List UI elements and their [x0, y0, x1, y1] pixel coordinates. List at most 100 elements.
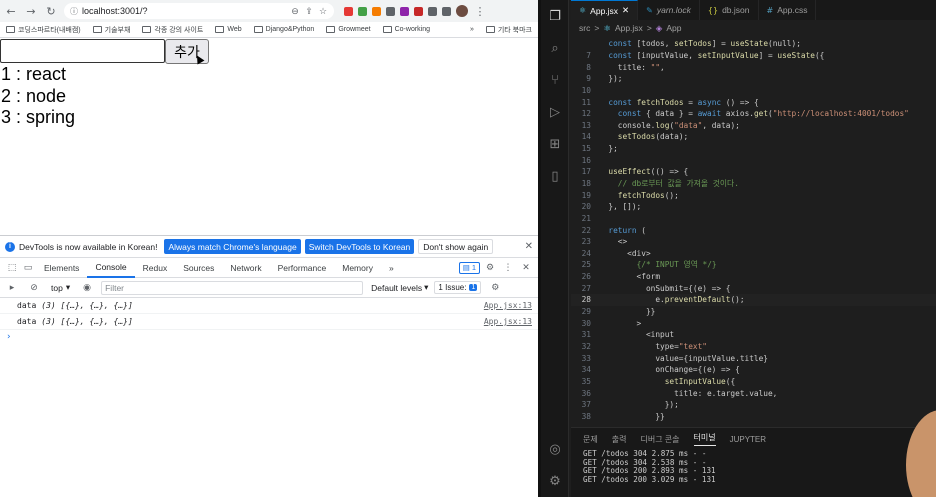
- editor-tab[interactable]: # App.css: [759, 0, 817, 20]
- extension-icon[interactable]: [386, 6, 395, 16]
- code-line[interactable]: 35 setInputValue({: [571, 376, 936, 388]
- bookmarks-more[interactable]: »: [470, 26, 474, 33]
- back-icon[interactable]: ←: [4, 4, 18, 18]
- panel-tab[interactable]: 터미널: [693, 432, 716, 446]
- context-select[interactable]: top ▾: [48, 282, 73, 293]
- zoom-icon[interactable]: ⊖: [290, 6, 300, 17]
- code-line[interactable]: 14 setTodos(data);: [571, 131, 936, 143]
- code-line[interactable]: 17 useEffect(() => {: [571, 166, 936, 178]
- code-line[interactable]: 11 const fetchTodos = async () => {: [571, 96, 936, 108]
- todo-input[interactable]: [0, 39, 165, 63]
- reload-icon[interactable]: ↻: [44, 4, 58, 18]
- panel-tab[interactable]: JUPYTER: [730, 435, 766, 444]
- tab-console[interactable]: Console: [87, 258, 135, 278]
- code-line[interactable]: 27 onSubmit={(e) => {: [571, 282, 936, 294]
- expandable-object[interactable]: (3) [{…}, {…}, {…}]: [41, 301, 133, 310]
- editor-tab[interactable]: ✎ yarn.lock: [638, 0, 700, 20]
- bookmark-item[interactable]: 기술부채: [92, 25, 130, 35]
- log-source-link[interactable]: App.jsx:13: [484, 317, 532, 326]
- terminal-output[interactable]: GET /todos 304 2.875 ms - - GET /todos 30…: [571, 449, 936, 484]
- code-line[interactable]: 18 // db로부터 값을 가져올 것이다.: [571, 178, 936, 190]
- code-line[interactable]: const [todos, setTodos] = useState(null)…: [571, 38, 936, 50]
- settings-gear-icon[interactable]: ⚙: [482, 260, 498, 276]
- tab-performance[interactable]: Performance: [270, 258, 335, 278]
- code-line[interactable]: 19 fetchTodos();: [571, 189, 936, 201]
- issues-badge[interactable]: ▤ 1: [458, 261, 480, 274]
- sidepanel-icon[interactable]: [442, 6, 451, 16]
- code-line[interactable]: 13 console.log("data", data);: [571, 119, 936, 131]
- other-bookmarks[interactable]: 기타 북마크: [485, 25, 532, 35]
- more-options-icon[interactable]: ⋮: [500, 260, 516, 276]
- panel-tab[interactable]: 출력: [612, 434, 627, 445]
- sidebar-toggle-icon[interactable]: ▸: [4, 280, 20, 296]
- close-tab-icon[interactable]: ✕: [622, 5, 629, 16]
- code-line[interactable]: 12 const { data } = await axios.get("htt…: [571, 108, 936, 120]
- puzzle-icon[interactable]: [428, 6, 437, 16]
- info-icon[interactable]: ⓘ: [70, 6, 78, 17]
- bookmark-item[interactable]: Co-working: [382, 26, 430, 33]
- avatar[interactable]: [456, 5, 468, 17]
- more-tabs[interactable]: »: [381, 258, 402, 278]
- tab-memory[interactable]: Memory: [334, 258, 381, 278]
- code-line[interactable]: 38 }}: [571, 411, 936, 423]
- log-levels-select[interactable]: Default levels ▾: [371, 282, 428, 293]
- code-editor[interactable]: const [todos, setTodos] = useState(null)…: [571, 38, 936, 427]
- tab-network[interactable]: Network: [222, 258, 269, 278]
- code-line[interactable]: 30 >: [571, 317, 936, 329]
- remote-explorer-icon[interactable]: ▯: [541, 160, 569, 192]
- extension-icon[interactable]: [358, 6, 367, 16]
- tab-redux[interactable]: Redux: [135, 258, 176, 278]
- clear-console-icon[interactable]: ⊘: [26, 280, 42, 296]
- code-line[interactable]: 20 }, []);: [571, 201, 936, 213]
- inspect-icon[interactable]: ⬚: [4, 260, 20, 276]
- code-line[interactable]: 33 value={inputValue.title}: [571, 352, 936, 364]
- bookmark-star-icon[interactable]: ☆: [318, 6, 328, 17]
- extensions-icon[interactable]: ⊞: [541, 128, 569, 160]
- code-line[interactable]: 22 return (: [571, 224, 936, 236]
- explorer-icon[interactable]: ❐: [541, 0, 569, 32]
- address-bar[interactable]: ⓘ localhost:3001/? ⊖ ⇪ ☆: [64, 3, 334, 19]
- console-prompt[interactable]: ›: [0, 330, 538, 344]
- code-line[interactable]: 32 type="text": [571, 341, 936, 353]
- code-line[interactable]: 26 <form: [571, 271, 936, 283]
- code-line[interactable]: 29 }}: [571, 306, 936, 318]
- device-toolbar-icon[interactable]: ▭: [20, 260, 36, 276]
- close-devtools-icon[interactable]: ✕: [518, 260, 534, 276]
- extension-icon[interactable]: [400, 6, 409, 16]
- code-line[interactable]: 37 });: [571, 399, 936, 411]
- code-line[interactable]: 24 <div>: [571, 248, 936, 260]
- extension-icon[interactable]: [344, 6, 353, 16]
- bookmark-item[interactable]: Web: [215, 26, 242, 33]
- code-line[interactable]: 15 };: [571, 143, 936, 155]
- code-line[interactable]: 21: [571, 213, 936, 225]
- tab-elements[interactable]: Elements: [36, 258, 87, 278]
- share-icon[interactable]: ⇪: [304, 6, 314, 17]
- close-icon[interactable]: ✕: [525, 241, 533, 252]
- issues-counter[interactable]: 1 Issue: 1: [434, 281, 482, 294]
- eye-icon[interactable]: ◉: [79, 280, 95, 296]
- code-line[interactable]: 31 <input: [571, 329, 936, 341]
- code-line[interactable]: 36 title: e.target.value,: [571, 387, 936, 399]
- code-line[interactable]: 23 <>: [571, 236, 936, 248]
- extension-icon[interactable]: [414, 6, 423, 16]
- editor-tab[interactable]: ⚛ App.jsx ✕: [571, 0, 639, 20]
- code-line[interactable]: 28 e.preventDefault();: [571, 294, 936, 306]
- expandable-object[interactable]: (3) [{…}, {…}, {…}]: [41, 317, 133, 326]
- bookmark-item[interactable]: Django&Python: [253, 26, 314, 33]
- switch-korean-button[interactable]: Switch DevTools to Korean: [304, 239, 415, 254]
- source-control-icon[interactable]: ⑂: [541, 64, 569, 96]
- code-line[interactable]: 10: [571, 85, 936, 97]
- menu-dots-icon[interactable]: ⋮: [473, 4, 487, 18]
- search-icon[interactable]: ⌕: [541, 32, 569, 64]
- panel-tab[interactable]: 디버그 콘솔: [640, 434, 679, 445]
- bookmark-item[interactable]: Growmeet: [326, 26, 371, 33]
- console-filter-input[interactable]: Filter: [101, 280, 364, 295]
- manage-gear-icon[interactable]: ⚙: [541, 465, 569, 497]
- bookmark-item[interactable]: 각종 강의 사이트: [142, 25, 203, 35]
- editor-tab[interactable]: {} db.json: [700, 0, 759, 20]
- tab-sources[interactable]: Sources: [175, 258, 222, 278]
- dont-show-again-button[interactable]: Don't show again: [418, 239, 494, 254]
- code-line[interactable]: 7 const [inputValue, setInputValue] = us…: [571, 50, 936, 62]
- extension-icon[interactable]: [372, 6, 381, 16]
- log-source-link[interactable]: App.jsx:13: [484, 301, 532, 310]
